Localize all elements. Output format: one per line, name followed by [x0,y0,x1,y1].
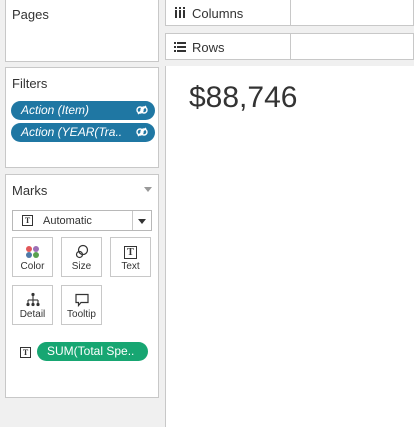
chevron-down-icon[interactable] [132,211,151,230]
filter-pill-action-item[interactable]: Action (Item) [11,101,155,120]
text-label: Text [121,261,140,272]
marks-card: Marks T Automatic Color Size T Text Deta… [5,174,159,398]
color-label: Color [20,261,45,272]
filters-title: Filters [12,76,48,91]
pages-title: Pages [12,7,49,22]
filter-pill-label: Action (Item) [21,103,90,117]
color-icon [13,244,52,260]
size-button[interactable]: Size [61,237,102,277]
size-label: Size [71,261,92,272]
text-mark-icon: T [22,215,33,226]
link-icon [135,125,149,139]
detail-icon [13,292,52,308]
tooltip-button[interactable]: Tooltip [61,285,102,325]
measure-pill[interactable]: SUM(Total Spe.. [37,342,148,361]
rows-label: Rows [192,40,225,55]
text-encoding-icon[interactable]: T [20,347,31,358]
pages-card: Pages [5,0,159,62]
columns-shelf[interactable]: Columns [165,0,414,26]
text-button[interactable]: T Text [110,237,151,277]
filters-card: Filters Action (Item) Action (YEAR(Tra.. [5,67,159,168]
marks-menu-caret-icon[interactable] [144,187,152,192]
mark-type-dropdown[interactable]: T Automatic [12,210,152,231]
link-icon [135,103,149,117]
filter-pill-action-year[interactable]: Action (YEAR(Tra.. [11,123,155,142]
text-icon: T [111,244,150,260]
detail-button[interactable]: Detail [12,285,53,325]
view-canvas[interactable]: $88,746 [165,66,414,427]
rows-shelf-label: Rows [166,34,291,59]
rows-icon [174,40,186,58]
columns-shelf-label: Columns [166,0,291,25]
tooltip-label: Tooltip [67,309,96,320]
rows-shelf[interactable]: Rows [165,33,414,60]
detail-label: Detail [19,309,46,320]
color-button[interactable]: Color [12,237,53,277]
measure-pill-label: SUM(Total Spe.. [47,344,135,358]
marks-title: Marks [12,183,48,198]
total-spend-value: $88,746 [189,81,298,114]
columns-label: Columns [192,6,244,21]
mark-type-label: Automatic [43,215,92,227]
size-icon [62,244,101,260]
columns-icon [174,6,186,24]
filter-pill-label: Action (YEAR(Tra.. [21,125,123,139]
tooltip-icon [62,292,101,308]
